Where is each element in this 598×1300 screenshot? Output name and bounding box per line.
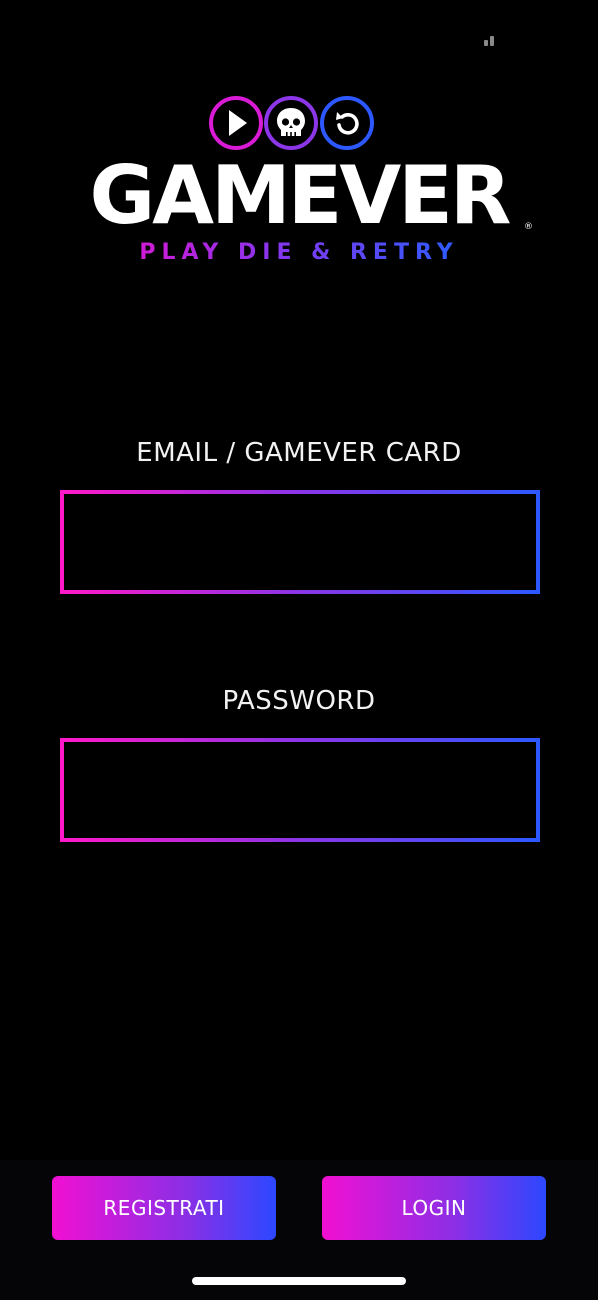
password-input[interactable] [64, 742, 536, 838]
retry-icon [320, 96, 374, 150]
gamever-logo: GAMEVER PLAY DIE & RETRY [0, 94, 598, 274]
signal-icon [484, 36, 498, 46]
play-icon [209, 96, 263, 150]
logo-tagline: PLAY DIE & RETRY [0, 242, 598, 264]
password-field-container [60, 738, 540, 842]
password-label: PASSWORD [222, 686, 376, 716]
email-label: EMAIL / GAMEVER CARD [136, 438, 462, 468]
login-button[interactable]: LOGIN [322, 1176, 546, 1240]
email-field-container [60, 490, 540, 594]
skull-icon [264, 96, 318, 150]
home-indicator[interactable] [192, 1277, 406, 1285]
logo-wordmark: GAMEVER [89, 149, 512, 242]
logo-tagline-text: PLAY DIE & RETRY [139, 240, 459, 265]
logo-icons [209, 96, 374, 150]
registered-mark: ® [524, 222, 533, 232]
register-button[interactable]: REGISTRATI [52, 1176, 276, 1240]
email-input[interactable] [64, 494, 536, 590]
